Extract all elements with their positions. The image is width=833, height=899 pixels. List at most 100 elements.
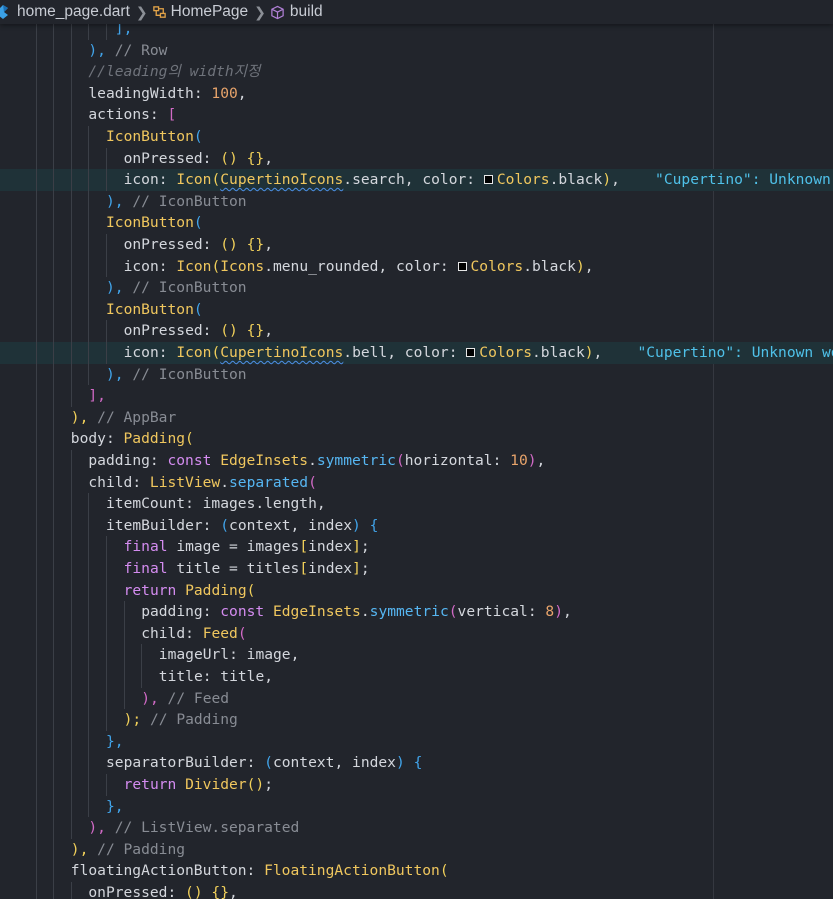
code-token: },	[106, 797, 124, 815]
code-token: (	[211, 344, 221, 361]
code-line[interactable]: padding: const EdgeInsets.symmetric(hori…	[0, 450, 833, 472]
code-editor[interactable]: ],), // Row//leading의 width지정 leadingWidt…	[0, 24, 833, 899]
code-text: return Padding(	[124, 580, 256, 602]
code-line[interactable]: itemBuilder: (context, index) {	[0, 514, 833, 537]
code-token: ()	[220, 322, 238, 340]
indent-guide	[35, 126, 37, 148]
breadcrumb-method[interactable]: build	[270, 3, 323, 21]
code-line[interactable]: icon: Icon(CupertinoIcons.search, color:…	[0, 169, 833, 191]
code-token: icon:	[123, 257, 177, 275]
code-token: onPressed:	[123, 322, 221, 340]
code-line[interactable]: },	[0, 730, 833, 753]
code-token: symmetric	[369, 603, 449, 621]
code-token: //leading의 width지정	[88, 63, 261, 81]
code-line[interactable]: separatorBuilder: (context, index) {	[0, 752, 833, 774]
indent-guide	[106, 255, 107, 278]
indent-guide	[88, 730, 90, 753]
code-line[interactable]: child: Feed(	[0, 622, 833, 645]
code-token: ()	[246, 776, 265, 793]
lint-warning-text: "Cupertino": Unknown wo	[637, 344, 833, 361]
code-line[interactable]: IconButton(	[0, 212, 833, 234]
code-token: Icons	[220, 257, 265, 275]
code-text: onPressed: () {},	[88, 882, 237, 899]
indent-guide	[35, 147, 37, 170]
code-line[interactable]: },	[0, 795, 833, 818]
code-line[interactable]: ), // IconButton	[0, 190, 833, 213]
code-line[interactable]: padding: const EdgeInsets.symmetric(vert…	[0, 601, 833, 623]
code-line[interactable]: actions: [	[0, 104, 833, 126]
code-line[interactable]: floatingActionButton: FloatingActionButt…	[0, 860, 833, 882]
code-token: ),	[106, 365, 124, 383]
code-line[interactable]: ), // ListView.separated	[0, 817, 833, 839]
code-line[interactable]: icon: Icon(Icons.menu_rounded, color: Co…	[0, 255, 833, 278]
code-line[interactable]: ), // Row	[0, 39, 833, 62]
indent-guide	[106, 601, 107, 623]
code-line[interactable]: //leading의 width지정	[0, 61, 833, 83]
code-token: floatingActionButton:	[70, 862, 265, 880]
code-line[interactable]: IconButton(	[0, 298, 833, 321]
indent-guide	[53, 212, 55, 234]
code-line[interactable]: body: Padding(	[0, 428, 833, 450]
code-text: IconButton(	[106, 126, 203, 148]
code-line[interactable]: leadingWidth: 100,	[0, 82, 833, 105]
code-line[interactable]: ), // Feed	[0, 687, 833, 710]
code-text: final title = titles[index];	[124, 558, 370, 580]
indent-guide	[88, 514, 90, 537]
code-line[interactable]: ), // IconButton	[0, 363, 833, 386]
code-line[interactable]: ), // Padding	[0, 838, 833, 861]
code-token: final	[123, 560, 177, 577]
code-token: .black	[523, 257, 576, 275]
code-token: itemBuilder:	[106, 516, 221, 534]
code-token: imageUrl: image,	[158, 646, 300, 664]
code-token: .	[360, 603, 370, 621]
code-line[interactable]: ); // Padding	[0, 709, 833, 731]
code-line[interactable]: title: title,	[0, 666, 833, 688]
indent-guide	[53, 601, 55, 623]
indent-guide	[88, 342, 90, 364]
indent-guide	[35, 169, 37, 191]
indent-guide	[70, 234, 72, 256]
code-token: IconButton	[106, 214, 194, 232]
code-line[interactable]: onPressed: () {},	[0, 882, 833, 899]
indent-guide	[53, 277, 55, 299]
code-line[interactable]: ), // IconButton	[0, 277, 833, 299]
breadcrumb-file[interactable]: home_page.dart	[0, 3, 130, 21]
code-line[interactable]: final title = titles[index];	[0, 558, 833, 580]
code-text: IconButton(	[106, 212, 203, 234]
code-token: child:	[141, 624, 203, 642]
code-token: Icon	[176, 257, 212, 275]
indent-guide	[106, 622, 107, 645]
code-line[interactable]: icon: Icon(CupertinoIcons.bell, color: C…	[0, 342, 833, 364]
indent-guide	[35, 342, 37, 364]
indent-guide	[53, 622, 55, 645]
indent-guide	[70, 514, 72, 537]
code-line[interactable]: child: ListView.separated(	[0, 471, 833, 494]
code-line[interactable]: final image = images[index];	[0, 536, 833, 558]
code-line[interactable]: itemCount: images.length,	[0, 493, 833, 515]
code-line[interactable]: IconButton(	[0, 126, 833, 148]
indent-guide	[141, 666, 143, 688]
code-line[interactable]: ), // AppBar	[0, 406, 833, 429]
code-line[interactable]: onPressed: () {},	[0, 147, 833, 170]
color-swatch-icon	[483, 175, 493, 185]
code-token: ),	[88, 41, 106, 59]
code-token: itemCount: images.length,	[106, 495, 326, 513]
indent-guide	[70, 666, 72, 688]
code-line[interactable]: onPressed: () {},	[0, 320, 833, 342]
code-line[interactable]: ],	[0, 24, 833, 40]
code-line[interactable]: return Padding(	[0, 579, 833, 602]
code-line[interactable]: ],	[0, 385, 833, 407]
indent-guide	[88, 363, 90, 386]
code-line[interactable]: return Divider();	[0, 774, 833, 796]
indent-guide	[88, 536, 90, 558]
indent-guide	[106, 536, 107, 558]
indent-guide	[35, 860, 37, 882]
code-text: padding: const EdgeInsets.symmetric(vert…	[141, 601, 572, 623]
indent-guide	[35, 363, 37, 386]
breadcrumb-class[interactable]: HomePage	[152, 3, 248, 21]
indent-guide	[53, 687, 55, 710]
code-line[interactable]: imageUrl: image,	[0, 644, 833, 666]
indent-guide	[70, 882, 72, 899]
code-line[interactable]: onPressed: () {},	[0, 234, 833, 256]
